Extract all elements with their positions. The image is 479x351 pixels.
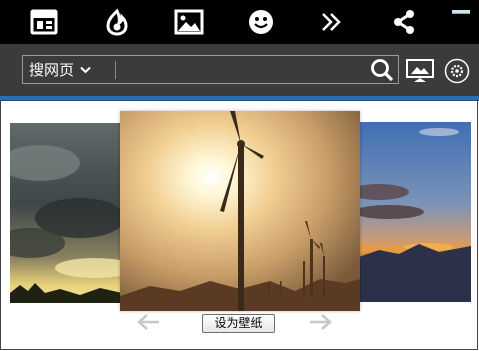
divider	[115, 61, 116, 79]
chevron-down-icon	[80, 66, 91, 74]
wallpaper-preview-main[interactable]	[120, 111, 360, 311]
flame-icon[interactable]	[101, 6, 133, 38]
previous-arrow-icon[interactable]	[135, 312, 161, 332]
search-input[interactable]	[121, 58, 365, 83]
minimize-icon[interactable]	[452, 10, 470, 14]
wallpaper-thumbnail-left[interactable]	[10, 123, 122, 303]
image-icon[interactable]	[173, 6, 205, 38]
wallpaper-thumbnail-right[interactable]	[359, 122, 471, 302]
search-box: 搜网页	[22, 55, 399, 84]
screen-icon[interactable]	[405, 58, 435, 84]
search-engine-label: 搜网页	[29, 61, 75, 79]
next-arrow-icon[interactable]	[308, 312, 334, 332]
set-wallpaper-button[interactable]: 设为壁纸	[202, 314, 275, 333]
share-icon[interactable]	[388, 6, 420, 38]
top-toolbar	[0, 0, 479, 44]
search-engine-selector[interactable]: 搜网页	[29, 60, 91, 80]
smiley-icon[interactable]	[245, 6, 277, 38]
search-bar: 搜网页	[0, 44, 479, 96]
search-icon[interactable]	[369, 58, 395, 82]
wallpaper-gallery: 设为壁纸	[0, 101, 479, 351]
layout-icon[interactable]	[28, 6, 60, 38]
double-chevron-icon[interactable]	[316, 6, 348, 38]
settings-icon[interactable]	[444, 58, 470, 84]
